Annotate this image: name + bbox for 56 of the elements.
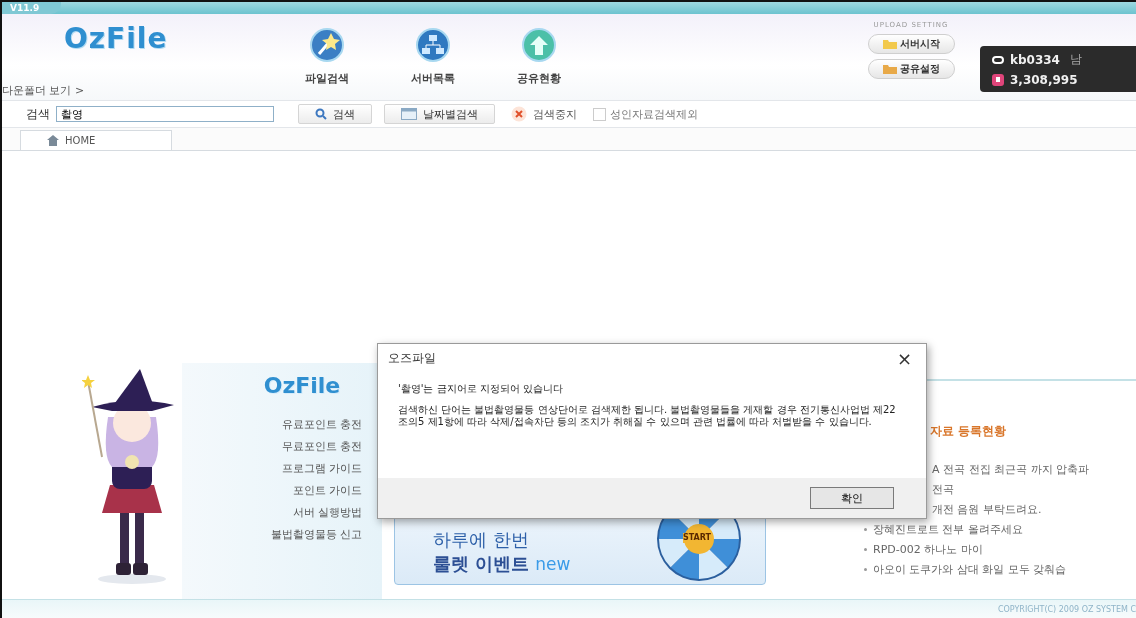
bullet-icon: [864, 547, 867, 551]
menu-link[interactable]: 포인트 가이드: [292, 483, 362, 498]
user-label: 남: [1069, 51, 1082, 68]
nav-button[interactable]: 서버목록: [398, 28, 468, 100]
menu-link[interactable]: 무료포인트 충전: [281, 439, 362, 454]
version-label: V11.9: [2, 2, 62, 14]
points-value: 3,308,995: [1010, 73, 1078, 87]
menu-link[interactable]: 서버 실행방법: [292, 505, 362, 520]
download-folder-link[interactable]: 다운폴더 보기 >: [2, 83, 262, 98]
banner-title: 룰렛 이벤트: [433, 552, 530, 576]
home-icon: [47, 135, 59, 146]
search-field[interactable]: 촬영: [56, 106, 274, 122]
magic-wand-icon: [309, 28, 345, 62]
ok-button[interactable]: 확인: [810, 487, 894, 509]
copyright-text: COPYRIGHT(C) 2009 OZ SYSTEM C: [997, 604, 1136, 614]
upload-link[interactable]: 장혜진트로트 전부 올려주세요: [873, 521, 1023, 537]
dialog-title: 오즈파일: [388, 349, 436, 367]
nav-button[interactable]: 공유현황: [504, 28, 574, 100]
section-title: 자료 등록현황: [930, 423, 1008, 440]
new-label: new: [535, 554, 571, 574]
network-icon: [415, 28, 451, 62]
bullet-icon: [864, 567, 867, 571]
menu-link[interactable]: 불법촬영물등 신고: [270, 527, 362, 542]
upload-link[interactable]: RPD-002 하나노 마이: [873, 541, 983, 557]
user-id: kb0334: [1010, 52, 1060, 67]
link-icon: [992, 55, 1004, 64]
dialog-heading: '촬영'는 금지어로 지정되어 있습니다: [398, 382, 565, 396]
start-label[interactable]: START: [683, 533, 712, 543]
menu-link[interactable]: 유료포인트 충전: [281, 417, 362, 432]
upload-link[interactable]: 개전 음원 부탁드려요.: [932, 501, 1042, 517]
setting-button[interactable]: 서버시작: [867, 34, 955, 54]
tab[interactable]: HOME: [20, 130, 172, 150]
logo: OzFile: [64, 22, 168, 55]
upload-link[interactable]: 아오이 도쿠가와 삼대 화일 모두 갖춰습: [873, 561, 1067, 577]
search-button[interactable]: 날짜별검색: [384, 104, 495, 124]
checkbox-label: 성인자료검색제외: [610, 106, 698, 122]
menu-link[interactable]: 프로그램 가이드: [281, 461, 362, 476]
search-label: 검색: [26, 105, 50, 123]
setting-button[interactable]: 공유설정: [867, 59, 955, 79]
folder-icon: [882, 64, 897, 74]
search-button[interactable]: 검색: [298, 104, 372, 124]
close-button[interactable]: ×: [890, 347, 918, 369]
bullet-icon: [864, 527, 867, 531]
upload-link[interactable]: 전곡: [932, 481, 954, 497]
upload-link[interactable]: A 전곡 전집 최근곡 까지 압축파: [932, 461, 1089, 477]
calendar-icon: [401, 108, 417, 120]
checkbox[interactable]: [593, 107, 606, 121]
stop-search-button[interactable]: 검색중지: [507, 104, 581, 124]
close-icon: [511, 106, 527, 122]
dialog-message: 검색하신 단어는 불법촬영물등 연상단어로 검색제한 됩니다. 불법촬영물들을 게재할 경우 전기통신사업법 제22조의5 제1항에 따라 삭제/접속차단 등의 조치가 취해질 수 있으며 관련 법률에 따라 처벌받을 수 있습니다.: [398, 404, 897, 428]
logo: OzFile: [263, 373, 341, 398]
banner-text: 하루에 한번: [433, 528, 530, 552]
nav-button[interactable]: 파일검색: [292, 28, 362, 100]
search-icon: [315, 108, 327, 120]
points-icon: [992, 74, 1004, 86]
folder-icon: [882, 39, 897, 49]
